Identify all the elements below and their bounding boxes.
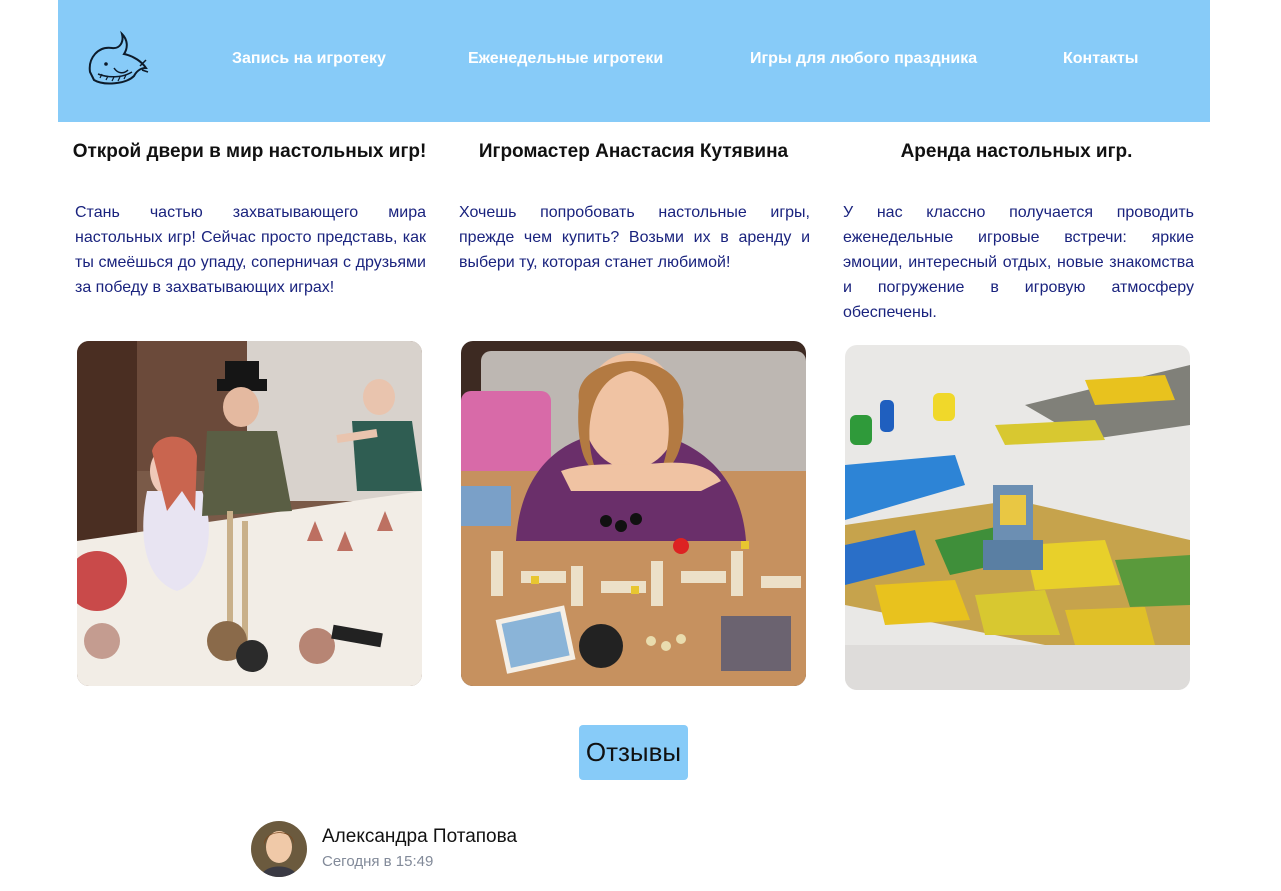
gamemaster-photo (461, 341, 806, 686)
column-title-rental: Аренда настольных игр. (900, 141, 1133, 162)
nav-link-contacts[interactable]: Контакты (1063, 50, 1138, 68)
review-author-name[interactable]: Александра Потапова (322, 826, 517, 848)
nav-link-signup[interactable]: Запись на игротеку (232, 50, 386, 68)
nav-link-weekly[interactable]: Еженедельные игротеки (468, 50, 663, 68)
site-header: Запись на игротеку Еженедельные игротеки… (58, 0, 1210, 122)
column-text-rental: У нас классно получается проводить ежене… (843, 204, 1194, 321)
column-text-gamemaster: Хочешь попробовать настольные игры, преж… (459, 204, 810, 271)
board-game-photo (845, 345, 1190, 690)
avatar[interactable] (251, 821, 307, 877)
party-photo (77, 341, 422, 686)
column-title-intro: Открой двери в мир настольных игр! (72, 141, 427, 162)
reviews-button[interactable]: Отзывы (579, 725, 688, 780)
column-text-intro: Стань частью захватывающего мира настоль… (75, 204, 426, 296)
review-timestamp: Сегодня в 15:49 (322, 853, 434, 870)
whale-icon[interactable] (84, 28, 150, 90)
nav-link-holidays[interactable]: Игры для любого праздника (750, 50, 977, 68)
column-title-gamemaster: Игромастер Анастасия Кутявина (478, 141, 789, 162)
